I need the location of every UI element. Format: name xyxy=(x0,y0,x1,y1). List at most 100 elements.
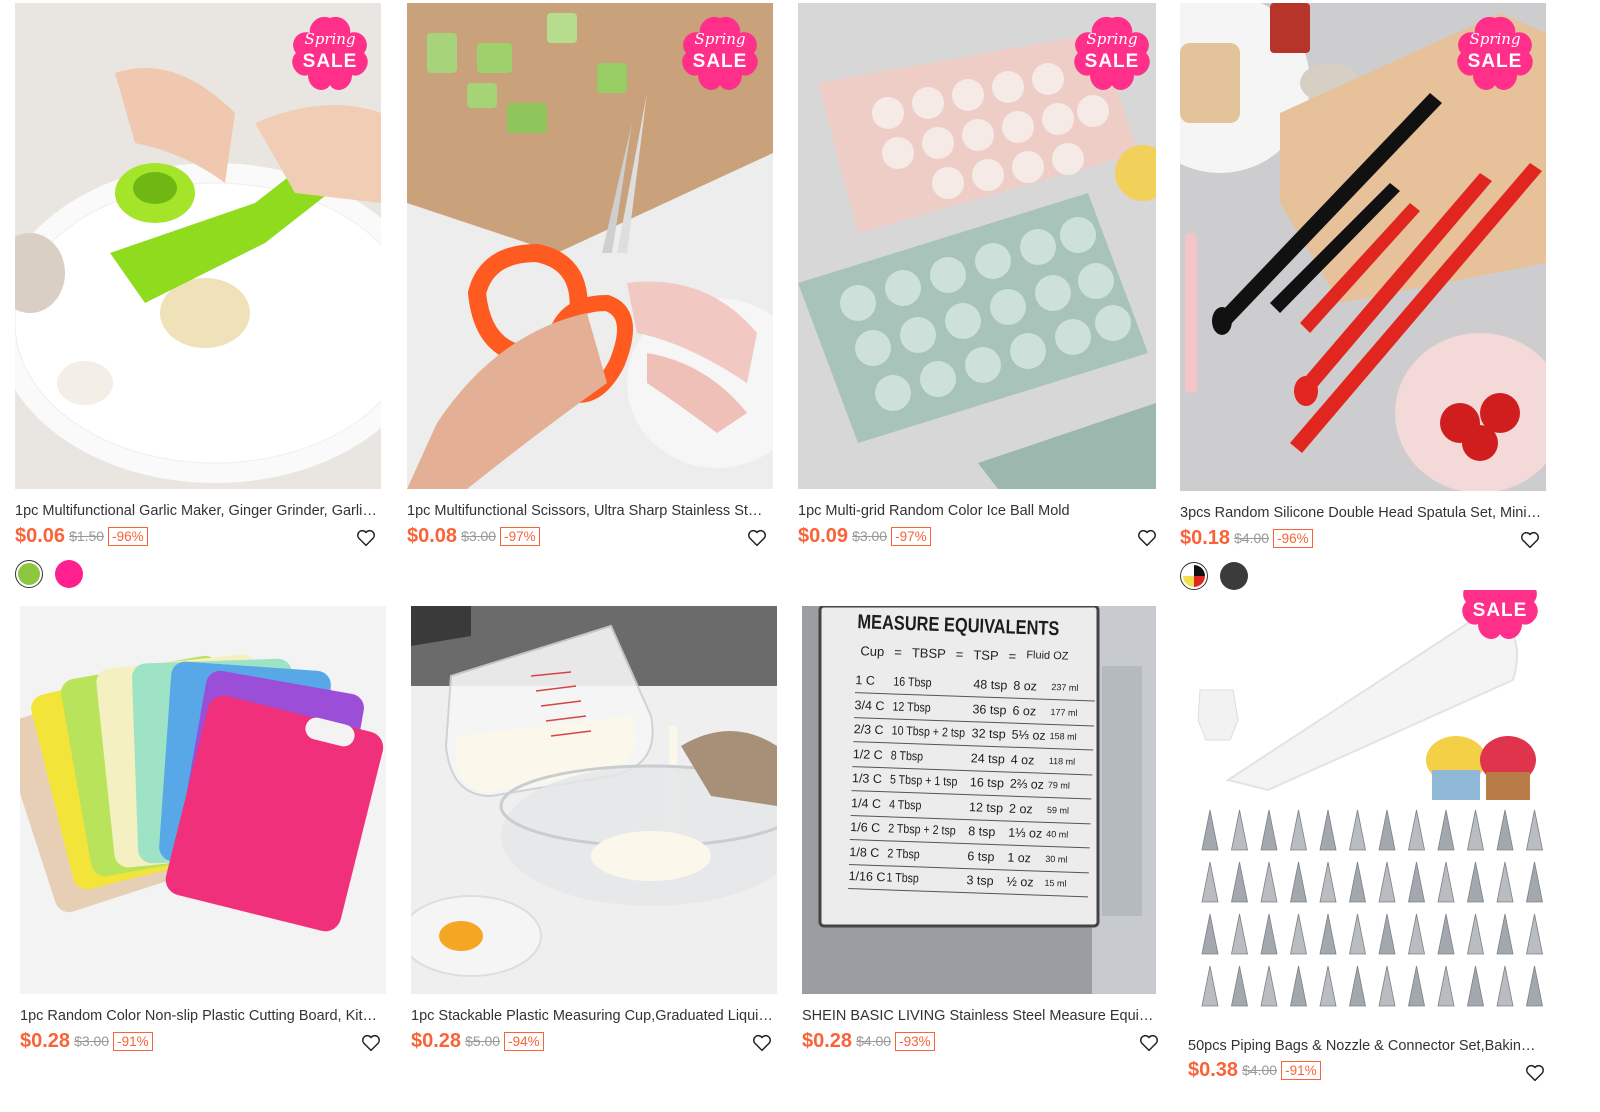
wishlist-heart-icon[interactable] xyxy=(1136,527,1158,549)
chart-sign-cell: 30 ml xyxy=(1045,853,1068,865)
price-row: $0.28 $4.00 -93% xyxy=(802,1029,935,1053)
col-tbsp: TBSP xyxy=(911,645,947,662)
product-title[interactable]: 1pc Multifunctional Scissors, Ultra Shar… xyxy=(407,503,769,519)
chart-heading: MEASURE EQUIVALENTS xyxy=(857,611,1060,641)
color-swatch-black[interactable] xyxy=(1220,562,1248,590)
chart-sign-cell: 1⅓ oz xyxy=(1007,825,1043,841)
price-row: $0.18 $4.00 -96% xyxy=(1180,526,1313,550)
chart-sign-cell: 3 tsp xyxy=(966,873,994,889)
badge-spring-text: Spring xyxy=(694,30,746,48)
chart-sign-cell: 32 tsp xyxy=(971,726,1006,742)
product-card[interactable]: MEASURE EQUIVALENTS Cup = TBSP = TSP = F… xyxy=(802,606,1158,1076)
chart-sign-cell: 16 Tbsp xyxy=(893,674,932,690)
discount-badge: -94% xyxy=(504,1031,544,1051)
product-title[interactable]: 3pcs Random Silicone Double Head Spatula… xyxy=(1180,505,1544,521)
chart-sign-cell: 1/4 C xyxy=(850,795,882,811)
product-card[interactable]: Spring SALE 1pc Multi-grid Random Color … xyxy=(798,3,1156,563)
chart-sign-cell: 8 tsp xyxy=(967,824,996,840)
chart-sign-cell: 6 oz xyxy=(1012,703,1037,718)
original-price: $4.00 xyxy=(1242,1062,1278,1078)
color-swatches xyxy=(1180,562,1248,590)
chart-sign-cell: 1/3 C xyxy=(851,771,883,787)
discount-badge: -97% xyxy=(500,526,540,546)
col-eq: = xyxy=(955,646,964,662)
discount-badge: -96% xyxy=(1273,528,1313,548)
product-title[interactable]: 1pc Random Color Non-slip Plastic Cuttin… xyxy=(20,1008,382,1024)
chart-sign-cell: 40 ml xyxy=(1046,828,1069,840)
color-swatch-multi[interactable] xyxy=(1180,562,1208,590)
badge-spring-text: Spring xyxy=(1469,30,1521,48)
spring-sale-badge: Spring SALE xyxy=(290,15,370,93)
original-price: $1.50 xyxy=(69,528,105,544)
discount-badge: -96% xyxy=(108,526,148,546)
chart-sign-cell: 5 Tbsp + 1 tsp xyxy=(889,772,958,789)
product-card[interactable]: Spring SALE 1pc Multifunctional Scissors… xyxy=(407,3,773,563)
chart-sign-cell: 59 ml xyxy=(1046,804,1070,816)
chart-sign-cell: 1 Tbsp xyxy=(886,870,920,886)
chart-sign-cell: 12 tsp xyxy=(968,799,1004,815)
wishlist-heart-icon[interactable] xyxy=(746,527,768,549)
badge-sale-text: SALE xyxy=(692,51,748,72)
chart-sign-cell: 2 oz xyxy=(1008,801,1033,816)
chart-sign-cell: 2 Tbsp + 2 tsp xyxy=(888,821,956,838)
product-card[interactable]: Spring SALE 1pc Multifunctional Garlic M… xyxy=(15,3,381,593)
product-title[interactable]: 50pcs Piping Bags & Nozzle & Connector S… xyxy=(1188,1038,1538,1054)
product-card[interactable]: SALE 50pcs Piping Bags & Nozzle & Connec… xyxy=(1188,590,1548,1100)
chart-sign-cell: 8 oz xyxy=(1013,678,1038,694)
chart-sign-cell: 6 tsp xyxy=(967,848,995,864)
col-tsp: TSP xyxy=(973,647,999,664)
chart-sign-cell: 79 ml xyxy=(1047,779,1071,791)
product-card[interactable]: 1pc Random Color Non-slip Plastic Cuttin… xyxy=(20,606,386,1076)
chart-sign-cell: 4 oz xyxy=(1010,752,1035,767)
chart-sign-cell: 118 ml xyxy=(1048,755,1076,767)
color-swatches xyxy=(15,560,83,588)
color-swatch-green[interactable] xyxy=(15,560,43,588)
chart-sign-cell: 48 tsp xyxy=(973,677,1008,693)
original-price: $4.00 xyxy=(1234,530,1270,546)
sale-price: $0.09 xyxy=(798,524,849,547)
chart-sign-cell: 12 Tbsp xyxy=(892,698,931,715)
product-title[interactable]: SHEIN BASIC LIVING Stainless Steel Measu… xyxy=(802,1008,1156,1024)
product-card[interactable]: Spring SALE 3pcs Random Silicone Double … xyxy=(1180,3,1548,595)
chart-sign-cell: ½ oz xyxy=(1006,874,1034,890)
chart-sign-cell: 2⅔ oz xyxy=(1009,776,1045,792)
col-cup: Cup xyxy=(860,643,885,660)
badge-sale-text: SALE xyxy=(1084,51,1140,72)
wishlist-heart-icon[interactable] xyxy=(1138,1032,1160,1054)
chart-sign-cell: 16 tsp xyxy=(969,775,1005,791)
sale-price: $0.38 xyxy=(1188,1058,1239,1081)
discount-badge: -93% xyxy=(895,1031,935,1051)
wishlist-heart-icon[interactable] xyxy=(751,1032,773,1054)
original-price: $3.00 xyxy=(852,528,888,544)
product-title[interactable]: 1pc Multifunctional Garlic Maker, Ginger… xyxy=(15,503,377,519)
product-image[interactable] xyxy=(1188,590,1548,1030)
product-image[interactable] xyxy=(411,606,777,994)
chart-sign-cell: 2 Tbsp xyxy=(887,845,920,861)
product-card[interactable]: 1pc Stackable Plastic Measuring Cup,Grad… xyxy=(411,606,777,1076)
chart-sign-cell: 8 Tbsp xyxy=(890,747,924,764)
chart-sign-cell: 10 Tbsp + 2 tsp xyxy=(891,723,966,740)
chart-sign-cell: 1/8 C xyxy=(849,844,880,860)
chart-sign-cell: 158 ml xyxy=(1049,730,1077,742)
wishlist-heart-icon[interactable] xyxy=(355,527,377,549)
product-image[interactable] xyxy=(20,606,386,994)
sale-price: $0.28 xyxy=(802,1029,853,1052)
badge-sale-text: SALE xyxy=(302,51,358,72)
col-eq: = xyxy=(1008,648,1017,664)
product-title[interactable]: 1pc Stackable Plastic Measuring Cup,Grad… xyxy=(411,1008,773,1024)
badge-spring-text: Spring xyxy=(304,30,356,48)
chart-sign-cell: 1 C xyxy=(855,673,876,688)
badge-spring-text: Spring xyxy=(1086,30,1138,48)
color-swatch-pink[interactable] xyxy=(55,560,83,588)
chart-sign-cell: 15 ml xyxy=(1044,877,1067,889)
price-row: $0.38 $4.00 -91% xyxy=(1188,1058,1321,1082)
chart-sign-cell: 177 ml xyxy=(1050,706,1078,718)
chart-sign-cell: 1 oz xyxy=(1007,850,1032,865)
wishlist-heart-icon[interactable] xyxy=(360,1032,382,1054)
badge-sale-text: SALE xyxy=(1472,600,1528,621)
product-title[interactable]: 1pc Multi-grid Random Color Ice Ball Mol… xyxy=(798,503,1152,519)
wishlist-heart-icon[interactable] xyxy=(1519,529,1541,551)
product-image[interactable]: MEASURE EQUIVALENTS Cup = TBSP = TSP = F… xyxy=(802,606,1156,994)
wishlist-heart-icon[interactable] xyxy=(1524,1062,1546,1084)
original-price: $5.00 xyxy=(465,1033,501,1049)
